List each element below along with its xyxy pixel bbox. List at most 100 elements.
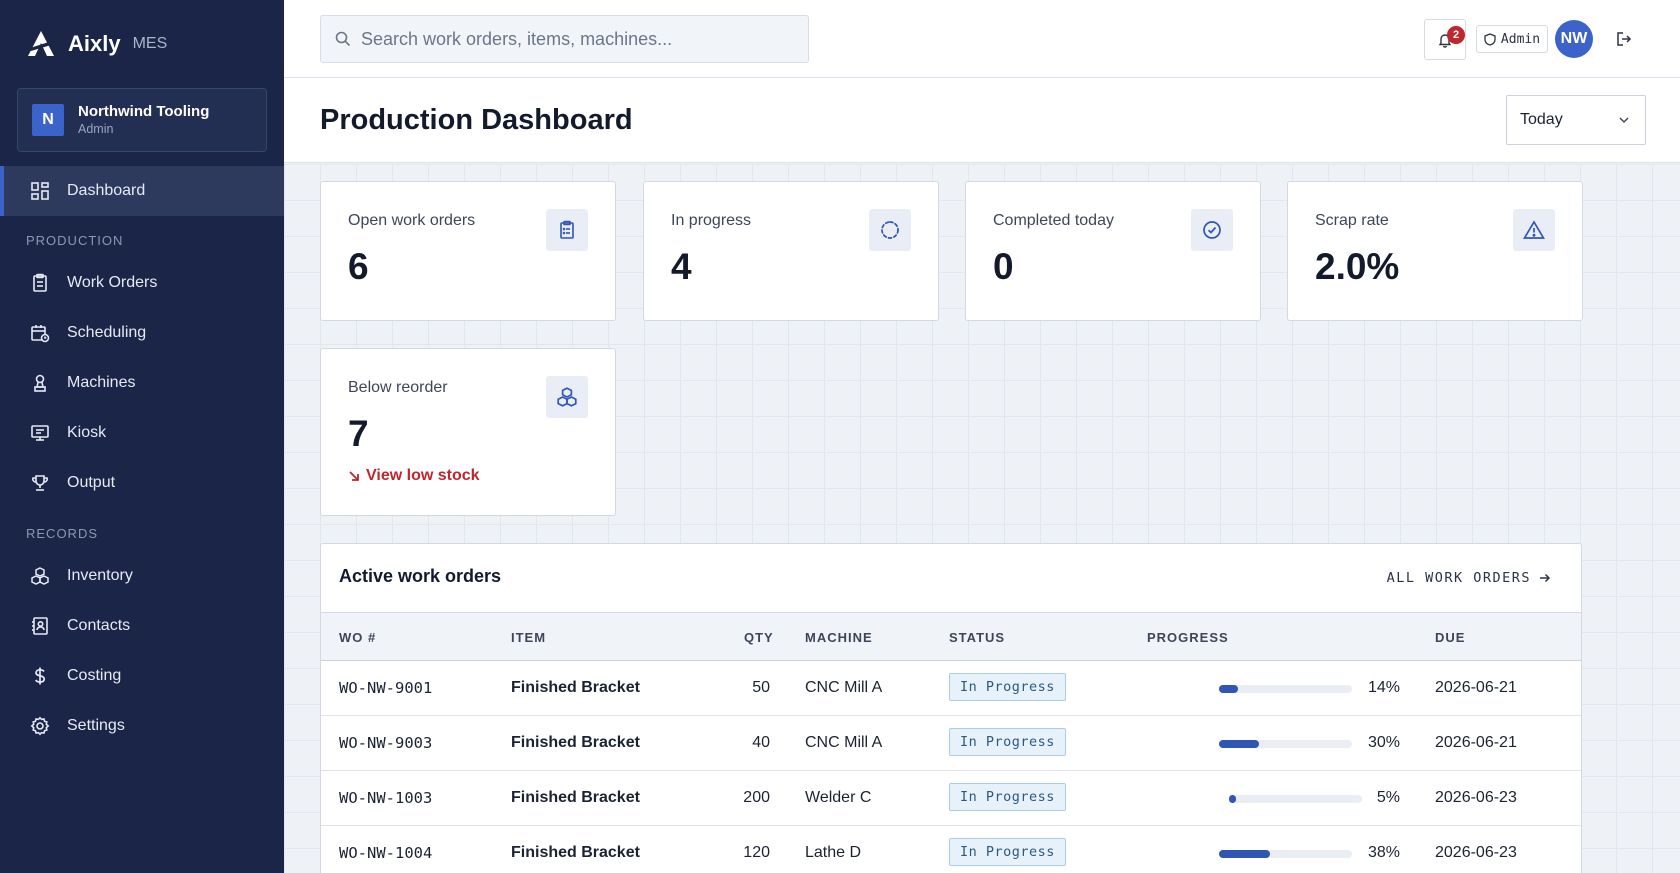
arrow-down-right-icon <box>349 471 359 481</box>
wo-number[interactable]: WO-NW-9001 <box>339 679 432 697</box>
kpi-label: Below reorder <box>348 379 448 396</box>
brand-name: Aixly <box>68 31 121 56</box>
sidebar-item-label: Contacts <box>67 617 131 634</box>
column-header-progress[interactable]: PROGRESS <box>1147 630 1229 645</box>
wo-number[interactable]: WO-NW-1003 <box>339 789 432 807</box>
sidebar-item-settings[interactable]: Settings <box>0 701 284 751</box>
notifications-button[interactable]: 2 <box>1424 19 1466 60</box>
sidebar: Aixly MES N Northwind Tooling Admin Dash… <box>0 0 284 873</box>
gear-icon <box>30 716 50 736</box>
search-input[interactable] <box>361 28 781 50</box>
table-row[interactable]: WO-NW-1004 Finished Bracket 120 Lathe D … <box>321 826 1581 873</box>
kpi-open-work-orders[interactable]: Open work orders 6 <box>320 181 616 321</box>
sidebar-item-kiosk[interactable]: Kiosk <box>0 408 284 458</box>
progress-fill <box>1229 795 1236 803</box>
chevron-down-icon <box>1619 117 1629 124</box>
kpi-label: Scrap rate <box>1315 212 1389 229</box>
progress-fill <box>1219 850 1270 858</box>
sidebar-item-label: Output <box>67 474 116 491</box>
progress-bar <box>1229 795 1362 803</box>
machine-name: Welder C <box>805 789 872 806</box>
status-badge: In Progress <box>949 673 1066 701</box>
monitor-icon <box>31 425 49 441</box>
logout-icon[interactable] <box>1614 29 1634 49</box>
boxes-icon <box>546 376 588 418</box>
item-name: Finished Bracket <box>511 679 640 696</box>
column-header-due[interactable]: DUE <box>1435 630 1465 645</box>
sidebar-item-label: Costing <box>67 667 122 684</box>
check-circle-icon <box>1191 209 1233 251</box>
machine-name: Lathe D <box>805 844 862 861</box>
sidebar-item-label: Dashboard <box>67 182 146 199</box>
column-header-qty[interactable]: QTY <box>744 630 774 645</box>
all-work-orders-link[interactable]: ALL WORK ORDERS <box>1387 570 1551 586</box>
sidebar-item-costing[interactable]: Costing <box>0 651 284 701</box>
progress-percent: 14% <box>1367 679 1400 696</box>
progress-fill <box>1219 685 1238 693</box>
org-switcher[interactable]: N Northwind Tooling Admin <box>17 88 267 152</box>
warning-triangle-icon <box>1513 209 1555 251</box>
kpi-below-reorder[interactable]: Below reorder 7 View low stock <box>320 348 616 516</box>
view-low-stock-link[interactable]: View low stock <box>348 467 480 485</box>
sidebar-item-work-orders[interactable]: Work Orders <box>0 258 284 308</box>
wo-number[interactable]: WO-NW-9003 <box>339 734 432 752</box>
kpi-scrap-rate[interactable]: Scrap rate 2.0% <box>1287 181 1583 321</box>
progress-percent: 30% <box>1367 734 1400 751</box>
wo-number[interactable]: WO-NW-1004 <box>339 844 432 862</box>
avatar[interactable]: NW <box>1555 20 1593 58</box>
status-badge: In Progress <box>949 783 1066 811</box>
org-role: Admin <box>78 122 114 136</box>
machine-name: CNC Mill A <box>805 679 883 696</box>
kpi-in-progress[interactable]: In progress 4 <box>643 181 939 321</box>
column-header-machine[interactable]: MACHINE <box>805 630 873 645</box>
progress-bar <box>1219 685 1352 693</box>
page-header: Production Dashboard Today <box>284 78 1680 163</box>
clipboard-list-icon <box>546 209 588 251</box>
org-name: Northwind Tooling <box>78 103 210 120</box>
org-initial-badge: N <box>32 104 64 136</box>
kpi-label: In progress <box>671 212 752 229</box>
progress-fill <box>1219 740 1259 748</box>
brand[interactable]: Aixly MES <box>26 28 167 60</box>
sidebar-item-dashboard[interactable]: Dashboard <box>0 166 284 216</box>
quantity: 200 <box>743 789 770 806</box>
robot-arm-icon <box>34 374 46 392</box>
date-range-select[interactable]: Today <box>1506 95 1646 145</box>
sidebar-item-scheduling[interactable]: Scheduling <box>0 308 284 358</box>
column-header-wo[interactable]: WO # <box>339 630 376 645</box>
contact-card-icon <box>32 617 48 635</box>
active-work-orders-panel: Active work orders ALL WORK ORDERS WO # … <box>320 543 1582 873</box>
role-label: Admin <box>1500 31 1541 47</box>
column-header-status[interactable]: STATUS <box>949 630 1005 645</box>
trophy-icon <box>32 475 48 491</box>
sidebar-item-contacts[interactable]: Contacts <box>0 601 284 651</box>
sidebar-item-output[interactable]: Output <box>0 458 284 508</box>
view-low-stock-label: View low stock <box>366 467 480 484</box>
quantity: 50 <box>752 679 770 696</box>
calendar-clock-icon <box>31 325 50 343</box>
boxes-icon <box>31 567 49 585</box>
nav-section-production: PRODUCTION <box>26 233 124 248</box>
sidebar-item-label: Inventory <box>67 567 133 584</box>
sidebar-item-label: Kiosk <box>67 424 107 441</box>
progress-bar <box>1219 850 1352 858</box>
status-badge: In Progress <box>949 838 1066 866</box>
sidebar-item-label: Machines <box>67 374 136 391</box>
table-row[interactable]: WO-NW-9001 Finished Bracket 50 CNC Mill … <box>321 661 1581 716</box>
sidebar-item-inventory[interactable]: Inventory <box>0 551 284 601</box>
due-date: 2026-06-21 <box>1435 679 1517 696</box>
kpi-value: 6 <box>348 246 369 287</box>
item-name: Finished Bracket <box>511 844 640 861</box>
clipboard-icon <box>33 273 47 292</box>
progress-bar <box>1219 740 1352 748</box>
sidebar-item-machines[interactable]: Machines <box>0 358 284 408</box>
kpi-completed-today[interactable]: Completed today 0 <box>965 181 1261 321</box>
search-box[interactable] <box>320 15 809 63</box>
column-header-item[interactable]: ITEM <box>511 630 546 645</box>
kpi-value: 0 <box>993 246 1014 287</box>
shield-icon <box>1484 32 1496 46</box>
arrow-right-icon <box>1540 573 1551 583</box>
table-row[interactable]: WO-NW-1003 Finished Bracket 200 Welder C… <box>321 771 1581 826</box>
nav-section-records: RECORDS <box>26 526 99 541</box>
table-row[interactable]: WO-NW-9003 Finished Bracket 40 CNC Mill … <box>321 716 1581 771</box>
